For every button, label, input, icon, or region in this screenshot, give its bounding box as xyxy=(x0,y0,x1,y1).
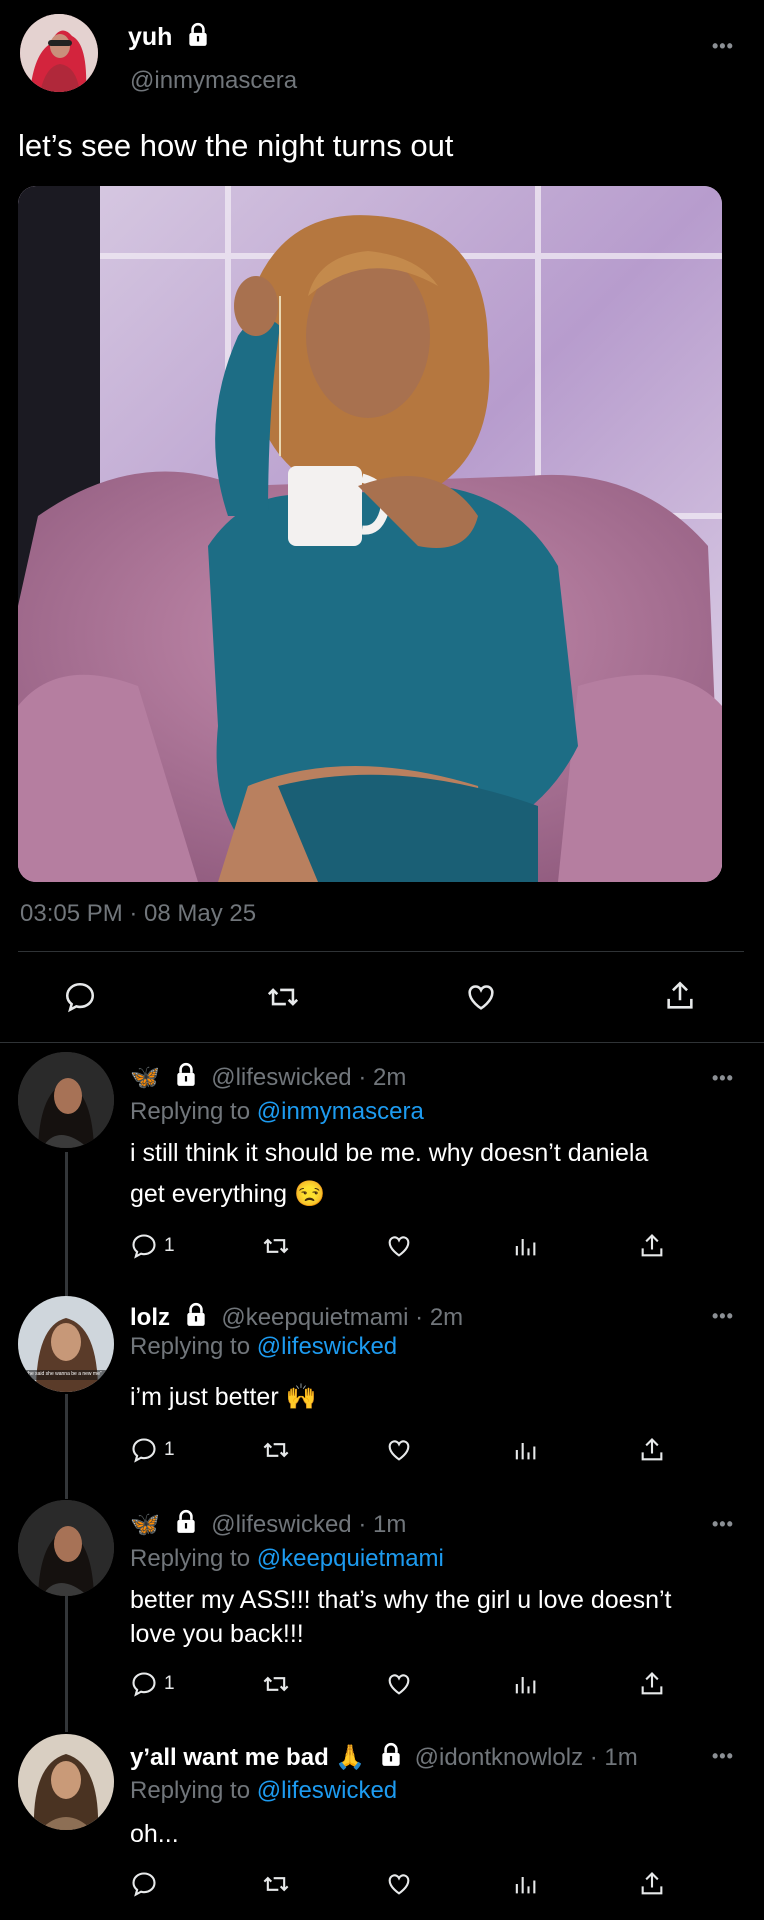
more-icon[interactable]: ••• xyxy=(712,1068,734,1089)
tweet-media-image[interactable] xyxy=(18,186,722,882)
divider xyxy=(0,1042,764,1043)
like-icon xyxy=(468,985,494,1010)
share-icon xyxy=(667,981,693,1009)
main-avatar[interactable] xyxy=(20,14,98,92)
analytics-icon xyxy=(515,1677,536,1694)
main-timestamp: 03:05 PM · 08 May 25 xyxy=(20,900,257,927)
lock-icon xyxy=(183,1302,209,1335)
reply-text: i still think it should be me. why doesn… xyxy=(130,1139,649,1167)
butterfly-emoji: 🦋 xyxy=(130,1511,160,1538)
like-icon xyxy=(388,1874,410,1895)
avatar-caption: “she said she wanna be a new me” xyxy=(24,1371,102,1377)
reply-display-name[interactable]: lolz xyxy=(130,1304,170,1331)
like-button[interactable] xyxy=(463,980,499,1014)
replying-to-link[interactable]: @lifeswicked xyxy=(257,1333,397,1360)
thread-line xyxy=(65,1596,68,1732)
thread-line xyxy=(65,1152,68,1297)
reply-handle[interactable]: @idontknowlolz xyxy=(415,1744,583,1771)
more-icon[interactable]: ••• xyxy=(712,1306,734,1327)
analytics-icon xyxy=(515,1443,536,1460)
reply-icon xyxy=(132,1872,156,1897)
retweet-button[interactable] xyxy=(262,1670,290,1698)
like-button[interactable] xyxy=(385,1232,413,1260)
like-button[interactable] xyxy=(385,1436,413,1464)
share-icon xyxy=(641,1438,663,1461)
retweet-icon xyxy=(263,1442,289,1458)
lock-icon xyxy=(185,22,211,55)
replying-to-link[interactable]: @keepquietmami xyxy=(257,1545,444,1572)
reply-text: oh... xyxy=(130,1820,179,1848)
reply-icon xyxy=(132,1672,156,1697)
like-button[interactable] xyxy=(385,1870,413,1898)
analytics-icon xyxy=(515,1239,536,1256)
retweet-icon xyxy=(267,988,299,1006)
share-icon xyxy=(641,1234,663,1257)
analytics-button[interactable] xyxy=(511,1232,539,1260)
share-button[interactable] xyxy=(638,1436,666,1464)
lock-icon xyxy=(378,1742,404,1775)
analytics-button[interactable] xyxy=(511,1870,539,1898)
retweet-icon xyxy=(263,1676,289,1692)
reply-handle[interactable]: @lifeswicked xyxy=(211,1064,351,1091)
reply-count: 1 xyxy=(164,1673,175,1694)
analytics-button[interactable] xyxy=(511,1436,539,1464)
reply-text: get everything 😒 xyxy=(130,1180,326,1208)
reply-time: 2m xyxy=(372,1064,407,1091)
reply-avatar[interactable]: “she said she wanna be a new me” xyxy=(18,1296,114,1392)
analytics-button[interactable] xyxy=(511,1670,539,1698)
share-icon xyxy=(641,1672,663,1695)
reply-button[interactable]: 1 xyxy=(130,1670,175,1698)
reply-avatar[interactable] xyxy=(18,1052,114,1148)
more-icon[interactable]: ••• xyxy=(712,1514,734,1535)
reply-time: 2m xyxy=(429,1304,464,1331)
reply-button[interactable]: 1 xyxy=(130,1232,175,1260)
like-icon xyxy=(388,1674,410,1695)
lock-icon xyxy=(173,1062,199,1095)
share-button[interactable] xyxy=(638,1670,666,1698)
main-handle[interactable]: @inmymascera xyxy=(130,67,297,95)
lock-icon xyxy=(173,1509,199,1542)
share-icon xyxy=(641,1872,663,1895)
retweet-button[interactable] xyxy=(262,1870,290,1898)
share-button[interactable] xyxy=(638,1870,666,1898)
retweet-button[interactable] xyxy=(262,1232,290,1260)
retweet-button[interactable] xyxy=(262,1436,290,1464)
reply-avatar[interactable] xyxy=(18,1500,114,1596)
reply-text: better my ASS!!! that’s why the girl u l… xyxy=(130,1586,672,1614)
reply-icon xyxy=(132,1234,156,1259)
reply-time: 1m xyxy=(372,1511,407,1538)
reply-text: i’m just better 🙌 xyxy=(130,1383,317,1411)
more-icon[interactable]: ••• xyxy=(712,1746,734,1767)
reply-button[interactable] xyxy=(130,1870,164,1898)
replying-to-link[interactable]: @inmymascera xyxy=(257,1098,424,1125)
thread-line xyxy=(65,1394,68,1499)
main-display-name[interactable]: yuh xyxy=(128,23,172,51)
reply-icon xyxy=(65,982,95,1013)
divider xyxy=(18,951,744,952)
reply-count: 1 xyxy=(164,1439,175,1460)
reply-avatar[interactable] xyxy=(18,1734,114,1830)
retweet-button[interactable] xyxy=(265,980,301,1014)
reply-display-name[interactable]: y’all want me bad 🙏 xyxy=(130,1744,365,1771)
share-button[interactable] xyxy=(663,979,697,1013)
analytics-icon xyxy=(515,1877,536,1894)
replying-to-link[interactable]: @lifeswicked xyxy=(257,1777,397,1804)
reply-handle[interactable]: @keepquietmami xyxy=(221,1304,408,1331)
share-button[interactable] xyxy=(638,1232,666,1260)
butterfly-emoji: 🦋 xyxy=(130,1064,160,1091)
retweet-icon xyxy=(263,1876,289,1892)
reply-button[interactable]: 1 xyxy=(130,1436,175,1464)
reply-text: love you back!!! xyxy=(130,1620,304,1648)
more-icon[interactable]: ••• xyxy=(712,36,734,57)
reply-icon xyxy=(132,1438,156,1463)
reply-count: 1 xyxy=(164,1235,175,1256)
reply-button[interactable] xyxy=(63,980,97,1014)
main-tweet-text: let’s see how the night turns out xyxy=(18,128,454,163)
like-button[interactable] xyxy=(385,1670,413,1698)
like-icon xyxy=(388,1440,410,1461)
reply-time: 1m xyxy=(604,1744,638,1771)
reply-handle[interactable]: @lifeswicked xyxy=(211,1511,351,1538)
like-icon xyxy=(388,1236,410,1257)
retweet-icon xyxy=(263,1238,289,1254)
